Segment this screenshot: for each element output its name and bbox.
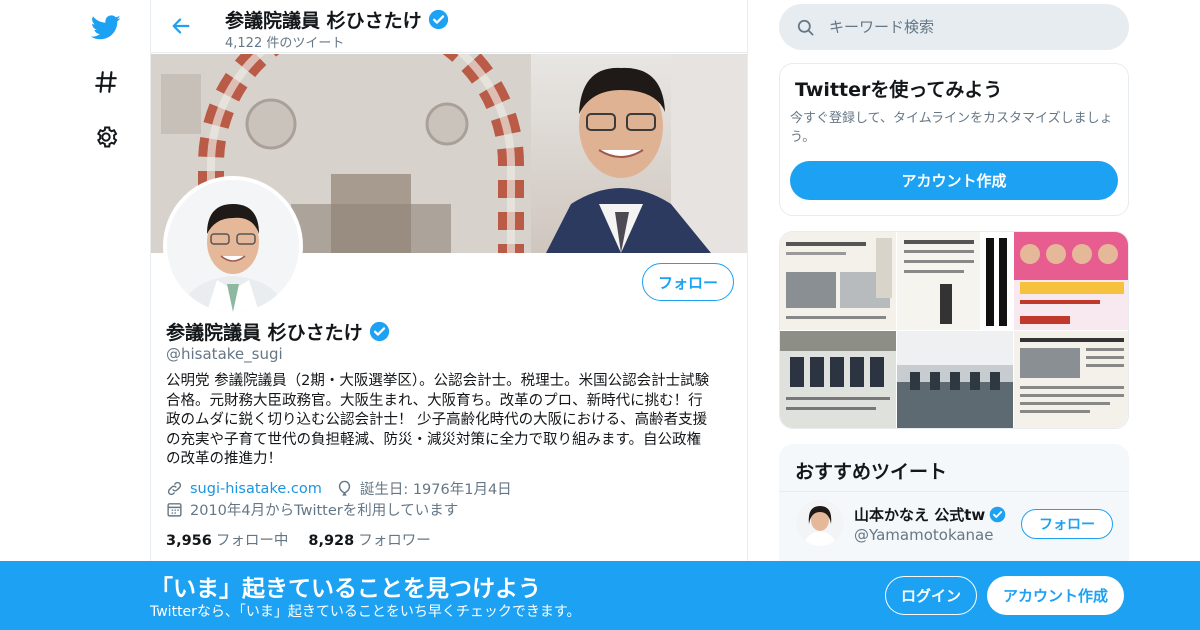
bottom-bar-title: 「いま」起きていることを見つけよう [150,576,541,602]
bio-line: 政のムダに鋭く切り込む公認会計士！ 少子高齢化時代の大阪における、高齢者支援 [166,412,708,428]
media-thumbnail[interactable] [897,232,1013,330]
recommended-name[interactable]: 山本かなえ 公式tw [854,504,1006,525]
profile-meta-row: sugi-hisatake.com 誕生日: 1976年1月4日 [166,478,512,499]
balloon-icon [338,480,350,496]
profile-handle: @hisatake_sugi [166,345,283,363]
following-label: フォロー中 [215,533,289,549]
verified-badge-icon [428,9,448,30]
profile-joined-row: 2010年4月からTwitterを利用しています [166,499,458,520]
bio-line: 公明党 参議院議員（2期・大阪選挙区）。公認会計士。税理士。米国公認会計士試験 [166,373,710,389]
tweet-count: 4,122 件のツイート [225,36,345,51]
profile-bio: 公明党 参議院議員（2期・大阪選挙区）。公認会計士。税理士。米国公認会計士試験 … [166,372,738,470]
recommended-avatar[interactable] [797,500,843,546]
header-name-text: 参議院議員 杉ひさたけ [225,10,422,32]
profile-column: 参議院議員 杉ひさたけ 4,122 件のツイート フォロー 参議院議員 杉ひさた… [150,0,748,630]
signup-card: Twitterを使ってみよう 今すぐ登録して、タイムラインをカスタマイズしましょ… [779,63,1129,216]
gear-icon[interactable] [86,117,126,157]
profile-name: 参議院議員 杉ひさたけ [166,318,390,345]
profile-avatar[interactable] [163,176,303,316]
media-thumbnail[interactable] [897,331,1013,429]
follow-button[interactable]: フォロー [642,263,734,301]
media-thumbnail[interactable] [780,232,896,330]
verified-badge-icon [369,321,389,342]
profile-joined: 2010年4月からTwitterを利用しています [166,499,458,520]
followers-count: 8,928 [308,533,355,549]
bio-line: の充実や子育て世代の負担軽減、防災・減災対策に全力で取り組みます。自公政権 [166,431,702,448]
profile-url-text[interactable]: sugi-hisatake.com [190,481,322,497]
profile-stats: 3,956 フォロー中 8,928 フォロワー [166,529,431,550]
search-input[interactable] [829,18,1089,36]
profile-header-bar: 参議院議員 杉ひさたけ 4,122 件のツイート [151,0,747,53]
following-count: 3,956 [166,533,212,549]
link-icon [167,481,182,496]
media-thumbnail[interactable] [1014,232,1129,330]
bottom-signup-bar: 「いま」起きていることを見つけよう Twitterなら、「いま」起きていることを… [0,561,1200,630]
login-button[interactable]: ログイン [885,576,977,615]
verified-badge-icon [989,506,1006,523]
calendar-icon [167,503,182,517]
search-box[interactable] [779,4,1129,50]
bottom-bar-subtitle: Twitterなら、「いま」起きていることをいち早くチェックできます。 [150,604,581,620]
divider [779,491,1129,492]
followers-stat[interactable]: 8,928 フォロワー [308,529,430,550]
media-thumbnail[interactable] [780,331,896,429]
left-nav [0,0,150,630]
header-profile-name: 参議院議員 杉ひさたけ [225,6,449,33]
media-gallery[interactable] [779,231,1129,429]
hashtag-icon[interactable] [86,62,126,102]
bio-line: の改革の推進力！ [166,451,282,467]
back-arrow-icon[interactable] [165,10,197,42]
followers-label: フォロワー [358,533,431,549]
profile-birthday-text: 誕生日: 1976年1月4日 [359,482,512,498]
recommended-name-text: 山本かなえ 公式tw [854,506,986,524]
search-icon [797,19,814,35]
media-thumbnail[interactable] [1014,331,1129,429]
profile-url[interactable]: sugi-hisatake.com [166,480,322,497]
profile-name-text: 参議院議員 杉ひさたけ [166,322,363,344]
signup-card-desc: 今すぐ登録して、タイムラインをカスタマイズしましょう。 [790,111,1113,145]
bottom-create-account-button[interactable]: アカウント作成 [987,576,1124,615]
bio-line: 合格。元財務大臣政務官。大阪生まれ、大阪育ち。改革のプロ、新時代に挑む！行 [166,392,703,409]
recommended-follow-button[interactable]: フォロー [1021,509,1113,539]
create-account-button[interactable]: アカウント作成 [790,161,1118,200]
profile-birthday: 誕生日: 1976年1月4日 [336,478,512,499]
following-stat[interactable]: 3,956 フォロー中 [166,529,288,550]
profile-joined-text: 2010年4月からTwitterを利用しています [190,503,459,519]
recommended-handle: @Yamamotokanae [854,526,994,544]
recommended-title: おすすめツイート [795,461,948,483]
signup-card-title: Twitterを使ってみよう [795,79,1003,101]
twitter-bird-icon[interactable] [86,7,126,47]
